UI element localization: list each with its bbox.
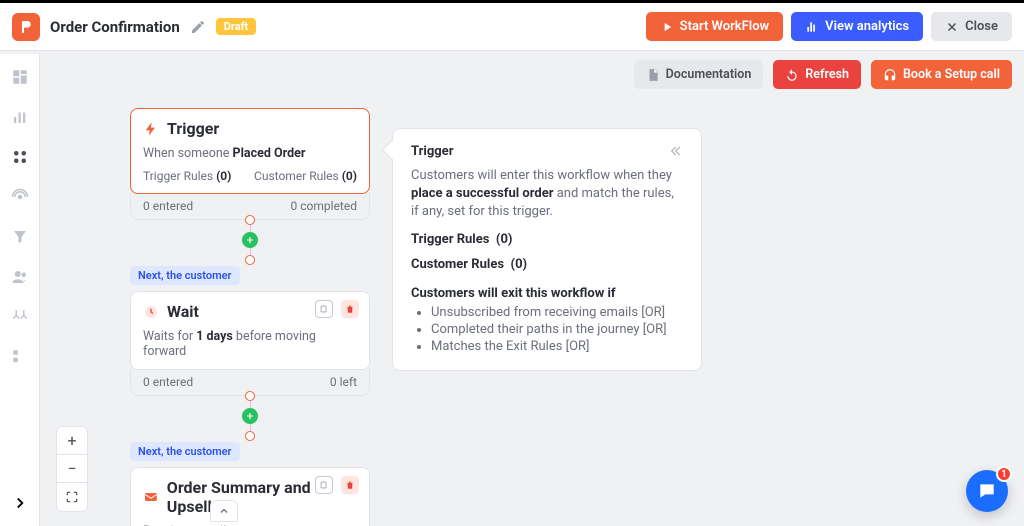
email-card[interactable]: Order Summary and Upsell Receives email … — [130, 467, 370, 526]
panel-desc-pre: Customers will enter this workflow when … — [411, 168, 672, 183]
chat-widget[interactable]: 1 — [966, 470, 1008, 512]
nav-rail — [0, 54, 40, 526]
nav-people-icon[interactable] — [11, 268, 29, 286]
collapse-panel-icon[interactable] — [667, 143, 683, 159]
wait-card[interactable]: Wait Waits for 1 days before moving forw… — [130, 291, 370, 370]
delete-step-button[interactable] — [341, 476, 359, 494]
clock-icon — [143, 304, 159, 320]
customer-rules-count: (0) — [342, 169, 357, 183]
zoom-out-button[interactable]: − — [57, 455, 87, 483]
panel-customer-rules-label: Customer Rules — [411, 257, 504, 272]
panel-exit-heading: Customers will exit this workflow if — [411, 286, 683, 301]
trigger-event: Placed Order — [233, 146, 306, 161]
trigger-detail-panel: Trigger Customers will enter this workfl… — [392, 128, 702, 371]
start-workflow-button[interactable]: Start WorkFlow — [646, 12, 783, 41]
trigger-card[interactable]: Trigger When someone Placed Order Trigge… — [130, 108, 370, 194]
panel-exit-item: Unsubscribed from receiving emails [OR] — [431, 305, 683, 320]
rail-expand-icon[interactable] — [11, 494, 29, 512]
close-label: Close — [965, 19, 998, 34]
panel-desc-bold: place a successful order — [411, 186, 554, 201]
trigger-entered: 0 entered — [143, 199, 193, 213]
workflow-title: Order Confirmation — [50, 18, 180, 36]
fullscreen-icon — [65, 490, 79, 504]
header-left: Order Confirmation Draft — [12, 13, 256, 41]
zoom-controls: + − — [56, 426, 88, 512]
workflow-flow: Trigger When someone Placed Order Trigge… — [130, 108, 370, 526]
trigger-event-prefix: When someone — [143, 146, 233, 161]
panel-title: Trigger — [411, 144, 453, 159]
workflow-canvas[interactable]: Trigger When someone Placed Order Trigge… — [40, 54, 1024, 526]
nav-workflow-icon[interactable] — [11, 148, 29, 166]
trigger-rules-count: (0) — [216, 169, 231, 183]
zoom-in-button[interactable]: + — [57, 427, 87, 455]
wait-entered: 0 entered — [143, 375, 193, 389]
node-dot — [245, 255, 255, 265]
nav-filter-icon[interactable] — [11, 228, 29, 246]
delete-step-button[interactable] — [341, 300, 359, 318]
collapse-flow-button[interactable] — [210, 500, 238, 522]
trigger-card-title: Trigger — [167, 119, 219, 138]
wait-body-bold: 1 days — [196, 329, 233, 344]
wait-left: 0 left — [330, 375, 357, 389]
nav-broadcast-icon[interactable] — [11, 188, 29, 206]
mail-icon — [143, 489, 159, 505]
nav-dashboard-icon[interactable] — [11, 68, 29, 86]
panel-customer-rules-count: (0) — [511, 257, 528, 272]
nav-split-icon[interactable] — [11, 308, 29, 326]
panel-exit-item: Matches the Exit Rules [OR] — [431, 339, 683, 354]
panel-trigger-rules-count: (0) — [496, 232, 513, 247]
close-icon — [945, 20, 959, 34]
chat-icon — [977, 481, 997, 501]
zoom-fit-button[interactable] — [57, 483, 87, 511]
trigger-completed: 0 completed — [291, 199, 357, 213]
wait-body-pre: Waits for — [143, 329, 196, 344]
app-header: Order Confirmation Draft Start WorkFlow … — [0, 3, 1024, 51]
trigger-rules-label: Trigger Rules — [143, 169, 213, 183]
close-button[interactable]: Close — [931, 12, 1012, 41]
node-dot — [245, 431, 255, 441]
view-analytics-label: View analytics — [825, 19, 909, 34]
panel-exit-list: Unsubscribed from receiving emails [OR] … — [411, 305, 683, 354]
nav-analytics-icon[interactable] — [11, 108, 29, 126]
chevron-up-icon — [218, 505, 230, 517]
play-icon — [660, 20, 674, 34]
nav-add-icon[interactable] — [11, 348, 29, 366]
start-workflow-label: Start WorkFlow — [680, 19, 769, 34]
copy-step-button[interactable] — [315, 476, 333, 494]
edit-icon[interactable] — [190, 19, 206, 35]
chat-unread-badge: 1 — [996, 466, 1012, 482]
panel-arrow — [382, 140, 402, 160]
wait-card-title: Wait — [167, 302, 199, 321]
customer-rules-label: Customer Rules — [254, 169, 339, 183]
add-step-button[interactable]: + — [242, 408, 258, 424]
view-analytics-button[interactable]: View analytics — [791, 12, 923, 41]
next-customer-pill: Next, the customer — [130, 442, 240, 461]
node-dot — [245, 215, 255, 225]
app-logo[interactable] — [12, 13, 40, 41]
header-actions: Start WorkFlow View analytics Close — [646, 12, 1012, 41]
copy-step-button[interactable] — [315, 300, 333, 318]
panel-trigger-rules-label: Trigger Rules — [411, 232, 489, 247]
chart-icon — [805, 20, 819, 34]
connector: + — [130, 220, 370, 260]
connector: + — [130, 396, 370, 436]
node-dot — [245, 391, 255, 401]
add-step-button[interactable]: + — [242, 232, 258, 248]
bolt-icon — [143, 121, 159, 137]
status-badge: Draft — [216, 18, 257, 35]
next-customer-pill: Next, the customer — [130, 266, 240, 285]
panel-exit-item: Completed their paths in the journey [OR… — [431, 322, 683, 337]
